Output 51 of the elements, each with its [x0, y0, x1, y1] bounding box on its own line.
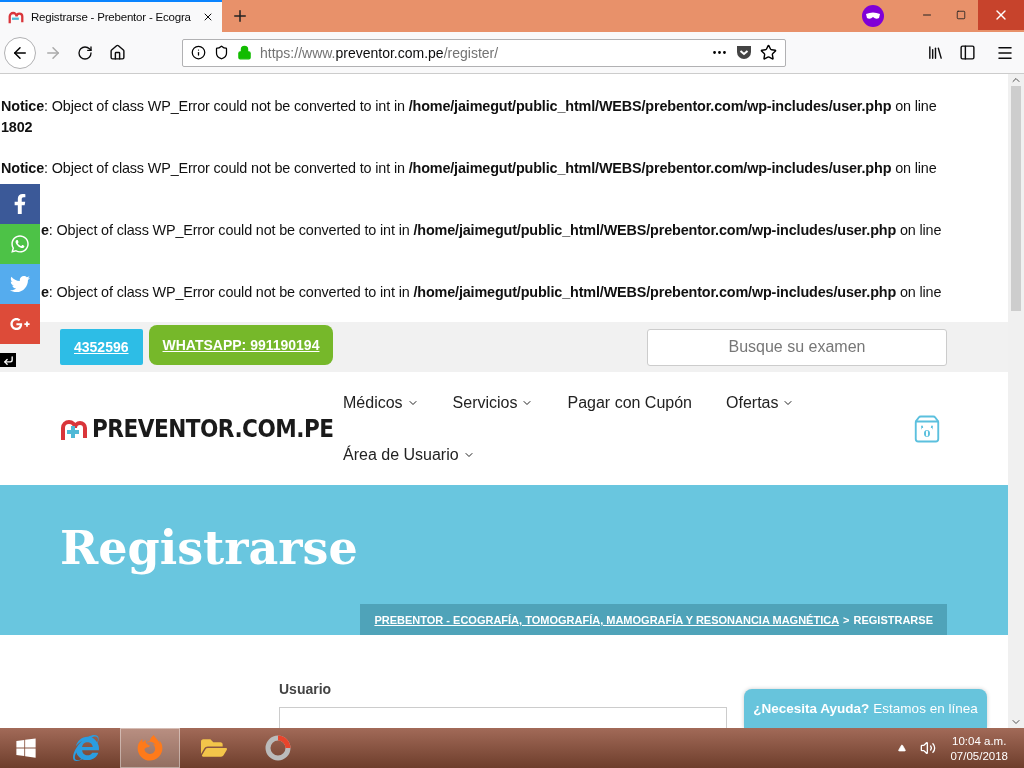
cart-count: 0 — [922, 427, 932, 439]
facebook-share-button[interactable] — [0, 184, 40, 224]
return-arrow-icon — [2, 354, 14, 366]
clock[interactable]: 10:04 a.m. 07/05/2018 — [950, 734, 1008, 762]
tab-title: Registrarse - Prebentor - Ecogra — [31, 11, 192, 23]
lock-icon — [237, 45, 252, 60]
back-button[interactable] — [4, 36, 36, 69]
browser-tab[interactable]: Registrarse - Prebentor - Ecogra — [0, 0, 222, 32]
whatsapp-icon — [10, 234, 30, 254]
error-notice: Notice: Object of class WP_Error could not be converted to int in /home/jaimegut/public_html/WEBS/prebentor.com/wp-includes/user.php on line — [1, 97, 937, 116]
volume-icon[interactable] — [920, 740, 937, 756]
scroll-thumb[interactable] — [1011, 86, 1021, 311]
browser-icon — [73, 735, 99, 761]
reload-icon[interactable] — [77, 44, 93, 61]
pocket-icon[interactable] — [736, 45, 752, 60]
windows-start-icon[interactable] — [15, 737, 37, 759]
tray-arrow-icon[interactable] — [898, 744, 907, 752]
private-mask-icon — [862, 5, 884, 27]
search-field[interactable]: Busque su examen — [647, 328, 947, 366]
library-icon[interactable] — [926, 44, 944, 61]
new-tab-icon[interactable] — [231, 7, 249, 25]
field-label: Usuario — [279, 681, 333, 697]
nav-link[interactable]: Ofertas — [726, 393, 795, 412]
twitter-icon — [10, 274, 30, 294]
nav-link[interactable]: Servicios — [452, 393, 534, 412]
site-icon — [8, 9, 24, 25]
error-notice: e: Object of class WP_Error could not be converted to int in /home/jaimegut/public_html/WEBS/prebentor.com/wp-includes/user.php on line — [41, 221, 942, 240]
line-number: 1802 — [1, 118, 34, 137]
collapse-button[interactable] — [0, 353, 16, 367]
firefox-icon — [137, 735, 163, 761]
url-text: https://www.preventor.com.pe/register/ — [260, 44, 500, 61]
logo-text[interactable]: PREVENTOR.COM.PE — [92, 414, 334, 443]
nav-link[interactable]: Pagar con Cupón — [567, 393, 692, 412]
info-icon[interactable] — [191, 45, 206, 60]
close-icon[interactable] — [202, 11, 214, 23]
error-notice: e: Object of class WP_Error could not be converted to int in /home/jaimegut/public_html/WEBS/prebentor.com/wp-includes/user.php on line — [41, 283, 942, 302]
error-notice: Notice: Object of class WP_Error could not be converted to int in /home/jaimegut/public_html/WEBS/prebentor.com/wp-includes/user.php on line — [1, 159, 937, 178]
scrollbar[interactable] — [1008, 74, 1024, 728]
sidebar-icon[interactable] — [958, 44, 976, 61]
restore-icon[interactable] — [956, 10, 966, 20]
shield-icon[interactable] — [214, 45, 229, 60]
bookmark-star-icon[interactable] — [760, 44, 777, 61]
address-bar[interactable]: https://www.preventor.com.pe/register/ — [182, 38, 786, 67]
page-title: Registrarse — [60, 521, 359, 575]
google-plus-share-button[interactable] — [0, 304, 40, 344]
nav-link[interactable]: Área de Usuario — [343, 445, 475, 464]
breadcrumb-current: REGISTRARSE — [853, 613, 933, 626]
home-icon[interactable] — [108, 44, 126, 61]
ring-icon — [265, 735, 291, 761]
breadcrumb-separator: > — [843, 613, 850, 626]
nav-link[interactable]: Médicos — [343, 393, 419, 412]
